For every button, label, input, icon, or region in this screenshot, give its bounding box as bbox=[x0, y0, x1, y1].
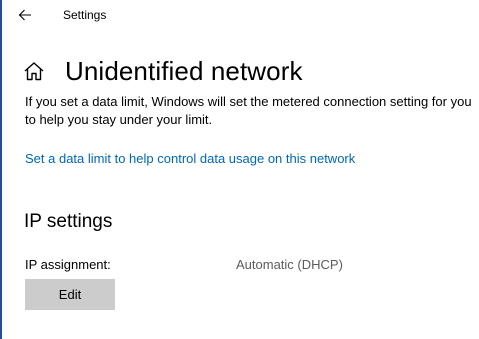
page-header: Unidentified network bbox=[23, 54, 303, 88]
back-button[interactable] bbox=[14, 4, 36, 26]
edit-button[interactable]: Edit bbox=[25, 279, 115, 310]
ip-assignment-value: Automatic (DHCP) bbox=[236, 257, 343, 272]
page-title: Unidentified network bbox=[65, 55, 303, 86]
back-arrow-icon bbox=[18, 9, 32, 21]
title-bar: Settings bbox=[0, 0, 479, 32]
set-data-limit-link[interactable]: Set a data limit to help control data us… bbox=[25, 151, 355, 166]
ip-settings-heading: IP settings bbox=[24, 211, 113, 232]
window-edge bbox=[0, 0, 2, 339]
data-limit-description: If you set a data limit, Windows will se… bbox=[25, 94, 472, 127]
app-title: Settings bbox=[63, 8, 107, 22]
home-icon[interactable] bbox=[23, 59, 47, 83]
ip-assignment-label: IP assignment: bbox=[25, 257, 111, 272]
